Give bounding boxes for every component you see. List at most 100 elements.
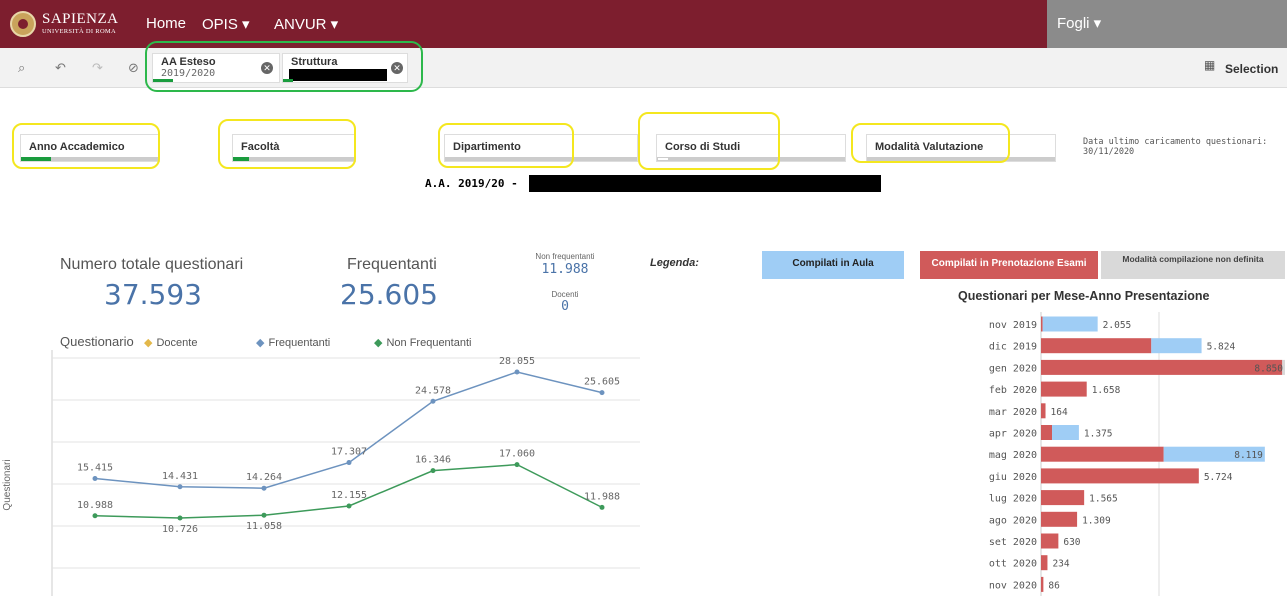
legend-label: Legenda: xyxy=(650,257,699,269)
last-update-text: Data ultimo caricamento questionari: 30/… xyxy=(1083,137,1268,157)
smart-search-icon[interactable]: ⌕ xyxy=(18,61,25,76)
point-non-frequentanti xyxy=(261,512,267,518)
data-label-non-frequentanti: 16.346 xyxy=(415,455,451,466)
line-chart[interactable]: Questionari 15.415 14.431 14.264 17.307 24.57… xyxy=(0,350,640,596)
bar-value-label: 1.565 xyxy=(1089,494,1118,505)
data-label-frequentanti: 25.605 xyxy=(584,377,620,388)
sapienza-logo[interactable]: SAPIENZA UNIVERSITÀ DI ROMA xyxy=(10,6,119,42)
data-label-non-frequentanti: 10.726 xyxy=(162,524,198,535)
yellow-annotation xyxy=(218,119,356,169)
bar-value-label: 2.055 xyxy=(1103,320,1132,331)
bar-segment xyxy=(1041,316,1043,332)
category-label: giu 2020 xyxy=(989,472,1037,483)
bar-segment xyxy=(1041,446,1164,462)
data-label-frequentanti: 15.415 xyxy=(77,462,113,473)
bar-value-label: 164 xyxy=(1051,407,1068,418)
bar-segment xyxy=(1041,338,1152,354)
data-label-frequentanti: 24.578 xyxy=(415,385,451,396)
sheets-menu[interactable]: Fogli ▾ xyxy=(1047,0,1287,48)
docenti-label: Docenti xyxy=(551,290,579,299)
step-back-icon[interactable]: ↶ xyxy=(55,61,66,76)
category-label: mar 2020 xyxy=(989,407,1037,418)
category-label: dic 2019 xyxy=(989,342,1037,353)
category-label: feb 2020 xyxy=(989,385,1037,396)
point-frequentanti xyxy=(92,475,98,481)
nav-opis-menu[interactable]: OPIS ▾ xyxy=(202,15,250,33)
data-label-frequentanti: 17.307 xyxy=(331,447,367,458)
redacted-heading xyxy=(529,175,881,192)
y-axis-label: Questionari xyxy=(2,459,13,510)
bar-segment xyxy=(1041,468,1199,484)
nonfreq-value: 11.988 xyxy=(541,262,589,277)
category-label: apr 2020 xyxy=(989,429,1037,440)
bar-chart-title: Questionari per Mese-Anno Presentazione xyxy=(958,289,1210,303)
bar-value-label: 1.309 xyxy=(1082,515,1111,526)
line-chart-title: Questionario xyxy=(60,334,134,349)
legend-frequentanti-marker-icon: ◆ xyxy=(256,336,265,349)
bar-segment xyxy=(1041,403,1046,419)
nav-anvur-menu[interactable]: ANVUR ▾ xyxy=(274,15,338,33)
bar-value-label: 86 xyxy=(1048,580,1060,591)
docenti-value: 0 xyxy=(561,299,569,314)
category-label: gen 2020 xyxy=(989,363,1037,374)
bar-segment xyxy=(1041,425,1053,440)
point-frequentanti xyxy=(261,485,267,491)
aa-heading: A.A. 2019/20 - xyxy=(425,177,518,190)
category-label: nov 2019 xyxy=(989,320,1037,331)
category-label: ott 2020 xyxy=(989,559,1037,570)
bar-value-label: 234 xyxy=(1052,559,1069,570)
bar-segment xyxy=(1041,381,1087,397)
selections-tool-icon[interactable]: ▦ xyxy=(1204,58,1215,72)
point-non-frequentanti xyxy=(514,462,520,468)
frequentanti-value: 25.605 xyxy=(340,278,438,311)
bar-value-label: 1.375 xyxy=(1084,429,1113,440)
bar-value-label: 5.824 xyxy=(1207,342,1236,353)
total-questionnaires-value: 37.593 xyxy=(104,278,202,311)
bar-segment xyxy=(1151,338,1202,354)
legend-docente[interactable]: ◆ Docente xyxy=(144,336,197,349)
total-questionnaires-title: Numero totale questionari xyxy=(60,256,244,273)
data-label-non-frequentanti: 11.988 xyxy=(584,491,620,502)
bar-chart[interactable]: nov 2019 2.055 dic 2019 5.824 gen 2020 8.850 f… xyxy=(960,312,1287,596)
nonfreq-label: Non frequentanti xyxy=(535,252,595,261)
data-label-frequentanti: 28.055 xyxy=(499,356,535,367)
point-non-frequentanti xyxy=(599,504,605,510)
nav-home[interactable]: Home xyxy=(146,15,186,32)
bar-segment xyxy=(1042,316,1098,332)
category-label: lug 2020 xyxy=(989,494,1037,505)
logo-line2: UNIVERSITÀ DI ROMA xyxy=(42,28,117,36)
bar-value-label: 630 xyxy=(1063,537,1080,548)
bar-value-label: 8.119 xyxy=(1234,450,1263,461)
step-forward-icon[interactable]: ↷ xyxy=(92,61,103,76)
bar-segment xyxy=(1041,511,1078,527)
bar-segment xyxy=(1041,576,1044,592)
data-label-non-frequentanti: 12.155 xyxy=(331,490,367,501)
legend-non-definita: Modalità compilazione non definita xyxy=(1101,251,1285,279)
clear-selections-icon[interactable]: ⊘ xyxy=(128,61,139,76)
bar-segment xyxy=(1041,555,1048,571)
point-frequentanti xyxy=(599,390,605,396)
sheets-menu-label: Fogli ▾ xyxy=(1057,15,1102,32)
point-frequentanti xyxy=(430,398,436,404)
point-non-frequentanti xyxy=(92,513,98,519)
data-label-non-frequentanti: 10.988 xyxy=(77,500,113,511)
university-seal-icon xyxy=(10,11,36,37)
green-annotation xyxy=(145,41,423,92)
logo-line1: SAPIENZA xyxy=(42,11,119,28)
yellow-annotation xyxy=(851,123,1010,163)
legend-non-frequentanti-marker-icon: ◆ xyxy=(374,336,383,349)
point-non-frequentanti xyxy=(346,503,352,509)
yellow-annotation xyxy=(12,123,160,169)
selections-button[interactable]: Selection xyxy=(1225,62,1278,76)
category-label: set 2020 xyxy=(989,537,1037,548)
legend-non-frequentanti[interactable]: ◆ Non Frequentanti xyxy=(374,336,471,349)
legend-aula: Compilati in Aula xyxy=(762,251,904,279)
category-label: nov 2020 xyxy=(989,580,1037,591)
bar-value-label: 5.724 xyxy=(1204,472,1233,483)
legend-docente-marker-icon: ◆ xyxy=(144,336,153,349)
point-frequentanti xyxy=(177,484,183,490)
legend-frequentanti[interactable]: ◆ Frequentanti xyxy=(256,336,330,349)
yellow-annotation xyxy=(438,123,574,168)
bar-segment xyxy=(1041,359,1283,375)
data-label-frequentanti: 14.431 xyxy=(162,471,198,482)
